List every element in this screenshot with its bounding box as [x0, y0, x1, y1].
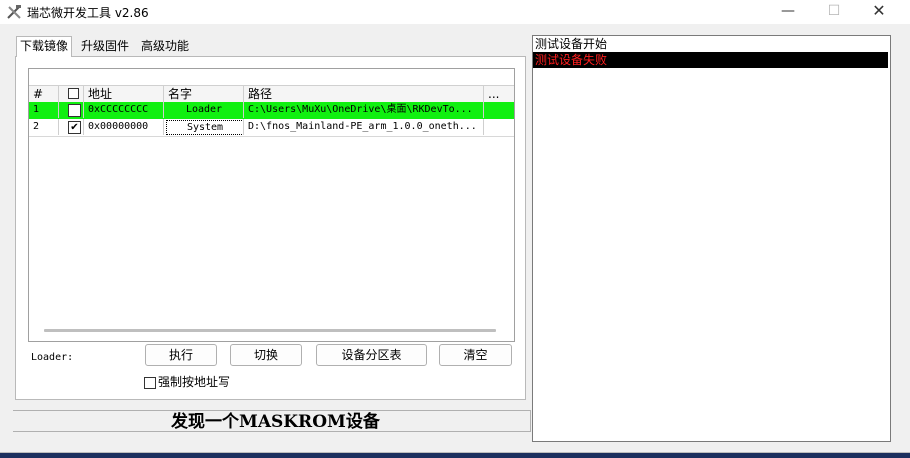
maximize-button[interactable]: ☐ — [811, 0, 857, 24]
col-select-all[interactable] — [59, 86, 84, 102]
row-name[interactable]: System — [166, 120, 243, 135]
row-address[interactable]: 0xCCCCCCCC — [84, 102, 164, 118]
log-line: 测试设备开始 — [535, 37, 608, 51]
col-index: # — [29, 86, 59, 102]
title-bar: 瑞芯微开发工具 v2.86 — ☐ ✕ — [0, 0, 910, 24]
row-checkbox[interactable] — [68, 104, 81, 117]
force-write-label: 强制按地址写 — [158, 375, 231, 389]
horizontal-scrollbar[interactable] — [44, 329, 496, 332]
tools-icon — [7, 5, 21, 19]
table-row[interactable]: 1 0xCCCCCCCC Loader C:\Users\MuXu\OneDri… — [29, 102, 514, 120]
switch-button[interactable]: 切换 — [230, 344, 302, 366]
table-header: # 地址 名字 路径 ... — [29, 85, 514, 103]
row-index: 2 — [29, 119, 59, 135]
loader-label: Loader: — [31, 352, 74, 363]
table-row[interactable]: 2 ✔ 0x00000000 System D:\fnos_Mainland-P… — [29, 119, 514, 137]
row-index: 1 — [29, 102, 59, 118]
row-checkbox-checked[interactable]: ✔ — [68, 121, 81, 134]
status-bar: 发现一个MASKROM设备 — [13, 410, 531, 432]
col-name: 名字 — [164, 86, 244, 102]
col-browse: ... — [488, 87, 500, 101]
minimize-button[interactable]: — — [765, 0, 811, 24]
force-write-option[interactable]: 强制按地址写 — [144, 375, 230, 389]
force-write-checkbox[interactable] — [144, 376, 156, 389]
execute-button[interactable]: 执行 — [145, 344, 217, 366]
row-address[interactable]: 0x00000000 — [84, 119, 164, 135]
col-path: 路径 — [244, 86, 484, 102]
tab-advanced[interactable]: 高级功能 — [138, 37, 192, 56]
close-button[interactable]: ✕ — [856, 0, 902, 24]
row-path[interactable]: C:\Users\MuXu\OneDrive\桌面\RKDevTo... — [244, 102, 484, 118]
log-panel[interactable]: 测试设备开始 测试设备失败 — [532, 35, 891, 442]
image-table: # 地址 名字 路径 ... 1 0xCCCCCCCC Loader C:\Us… — [28, 68, 515, 342]
row-path[interactable]: D:\fnos_Mainland-PE_arm_1.0.0_oneth... — [244, 119, 484, 135]
row-browse-cell[interactable] — [484, 119, 514, 135]
row-browse-cell[interactable] — [484, 102, 514, 118]
window-title: 瑞芯微开发工具 v2.86 — [27, 6, 149, 20]
col-address: 地址 — [84, 86, 164, 102]
row-name[interactable]: Loader — [166, 103, 242, 116]
select-all-checkbox[interactable] — [68, 88, 79, 99]
app-window: 瑞芯微开发工具 v2.86 — ☐ ✕ 下载镜像 升级固件 高级功能 # 地址 … — [0, 0, 910, 453]
log-line-error: 测试设备失败 — [533, 52, 888, 68]
partition-table-button[interactable]: 设备分区表 — [316, 344, 427, 366]
device-status-text: 发现一个MASKROM设备 — [171, 412, 380, 432]
clear-button[interactable]: 清空 — [439, 344, 512, 366]
tab-upgrade-firmware[interactable]: 升级固件 — [78, 37, 132, 56]
tab-download-image[interactable]: 下载镜像 — [16, 36, 73, 57]
